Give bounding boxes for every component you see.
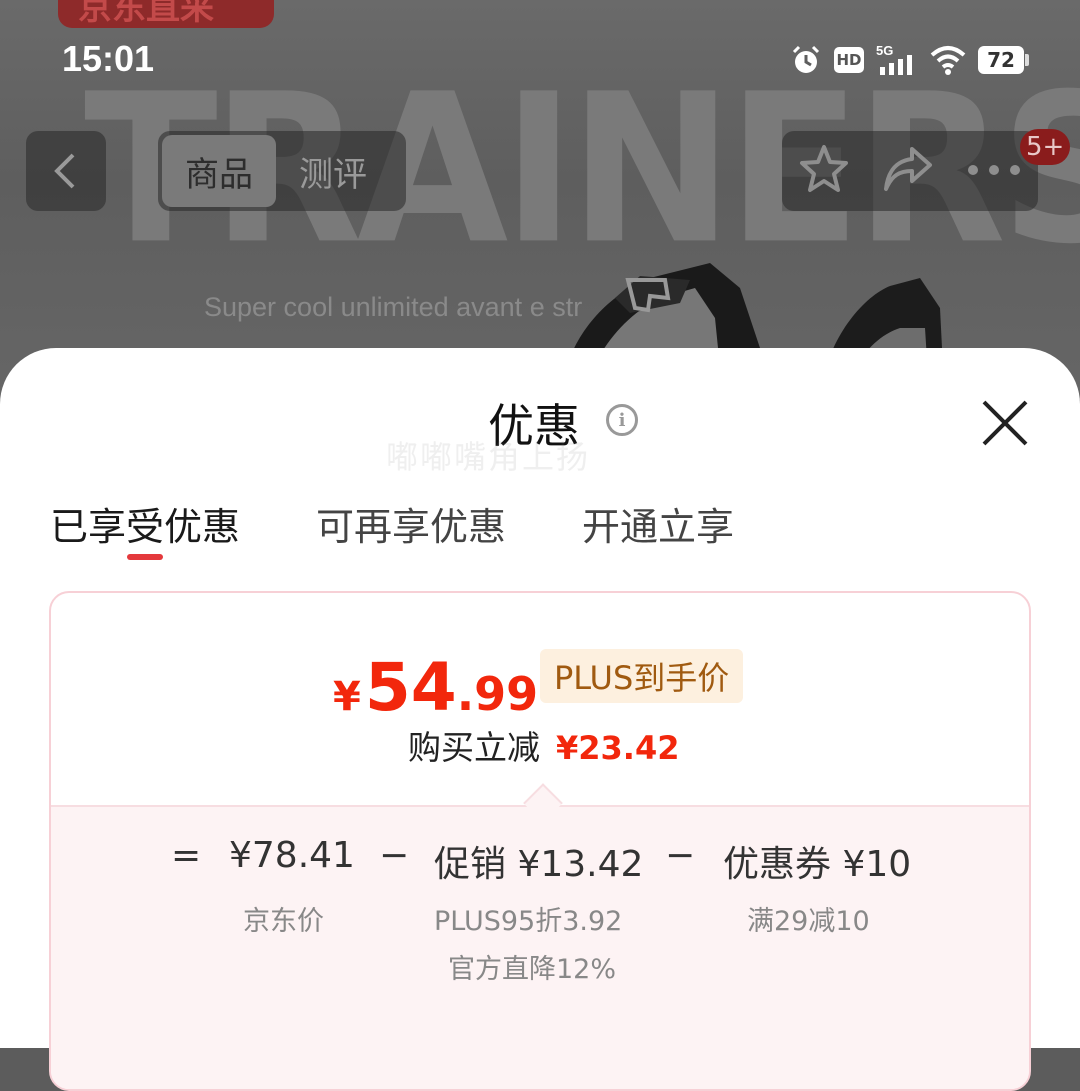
price-card: ¥ 54 .99 PLUS到手价 购买立减 ¥23.42 = ¥78.41 京东… xyxy=(49,591,1031,1091)
more-icon[interactable] xyxy=(966,162,1022,181)
equals-sign: = xyxy=(171,835,202,876)
active-tab-indicator xyxy=(127,554,163,560)
plus-price-tag: PLUS到手价 xyxy=(540,649,744,703)
tab-product[interactable]: 商品 xyxy=(162,135,276,207)
notification-badge: 5+ xyxy=(1020,129,1071,165)
wifi-icon xyxy=(930,45,966,75)
alarm-icon xyxy=(790,44,822,76)
minus-sign: − xyxy=(665,835,696,876)
info-icon[interactable]: i xyxy=(606,404,638,436)
discount-tabs: 已享受优惠 可再享优惠 开通立享 xyxy=(50,496,810,551)
final-price: ¥ 54 .99 xyxy=(333,649,538,726)
status-icons: HD 5G 72 xyxy=(790,40,1029,80)
watermark: 嘟嘟嘴角上扬 xyxy=(386,438,591,476)
reduction-label: 购买立减 xyxy=(408,728,540,767)
tab-enjoyed-discounts[interactable]: 已享受优惠 xyxy=(50,496,240,551)
minus-sign: − xyxy=(379,835,410,876)
share-icon[interactable] xyxy=(882,145,934,197)
price-breakdown: = ¥78.41 京东价 − 促销 ¥13.42 PLUS95折3.92 官方直… xyxy=(51,805,1029,1089)
promo-banner-text: 京东直采 xyxy=(78,0,214,28)
tab-review[interactable]: 测评 xyxy=(276,135,390,207)
price-decimal: .99 xyxy=(456,667,539,721)
reduction-value: ¥23.42 xyxy=(556,729,680,767)
nav-actions xyxy=(782,131,1038,211)
instant-reduction: 购买立减 ¥23.42 xyxy=(408,721,679,769)
coupon-condition: 满29减10 xyxy=(747,906,870,937)
price-integer: 54 xyxy=(364,649,457,726)
back-button[interactable] xyxy=(26,131,106,211)
coupon-discount: 优惠券 ¥10 xyxy=(723,844,912,885)
close-button[interactable] xyxy=(978,396,1032,450)
close-icon xyxy=(982,400,1028,446)
star-icon[interactable] xyxy=(798,144,850,198)
promo-discount: 促销 ¥13.42 xyxy=(434,844,644,885)
svg-text:5G: 5G xyxy=(876,43,893,58)
promo-plus-detail: PLUS95折3.92 xyxy=(434,906,623,937)
tab-more-discounts[interactable]: 可再享优惠 xyxy=(316,496,506,551)
promo-banner: 京东直采 xyxy=(58,0,274,28)
jd-price: ¥78.41 xyxy=(229,835,355,876)
status-time: 15:01 xyxy=(62,38,155,79)
price-currency: ¥ xyxy=(333,674,361,720)
signal-5g-icon: 5G xyxy=(876,43,918,77)
battery-icon: 72 xyxy=(978,46,1029,74)
tab-activate-discounts[interactable]: 开通立享 xyxy=(582,496,734,551)
chevron-left-icon xyxy=(54,153,75,189)
product-nav-tabs: 商品 测评 xyxy=(158,131,406,211)
promo-official-detail: 官方直降12% xyxy=(448,954,617,985)
jd-price-label: 京东价 xyxy=(243,906,324,937)
discount-sheet: 优惠 i 嘟嘟嘴角上扬 已享受优惠 可再享优惠 开通立享 ¥ 54 .99 PL… xyxy=(0,348,1080,1091)
hd-icon: HD xyxy=(834,47,864,73)
